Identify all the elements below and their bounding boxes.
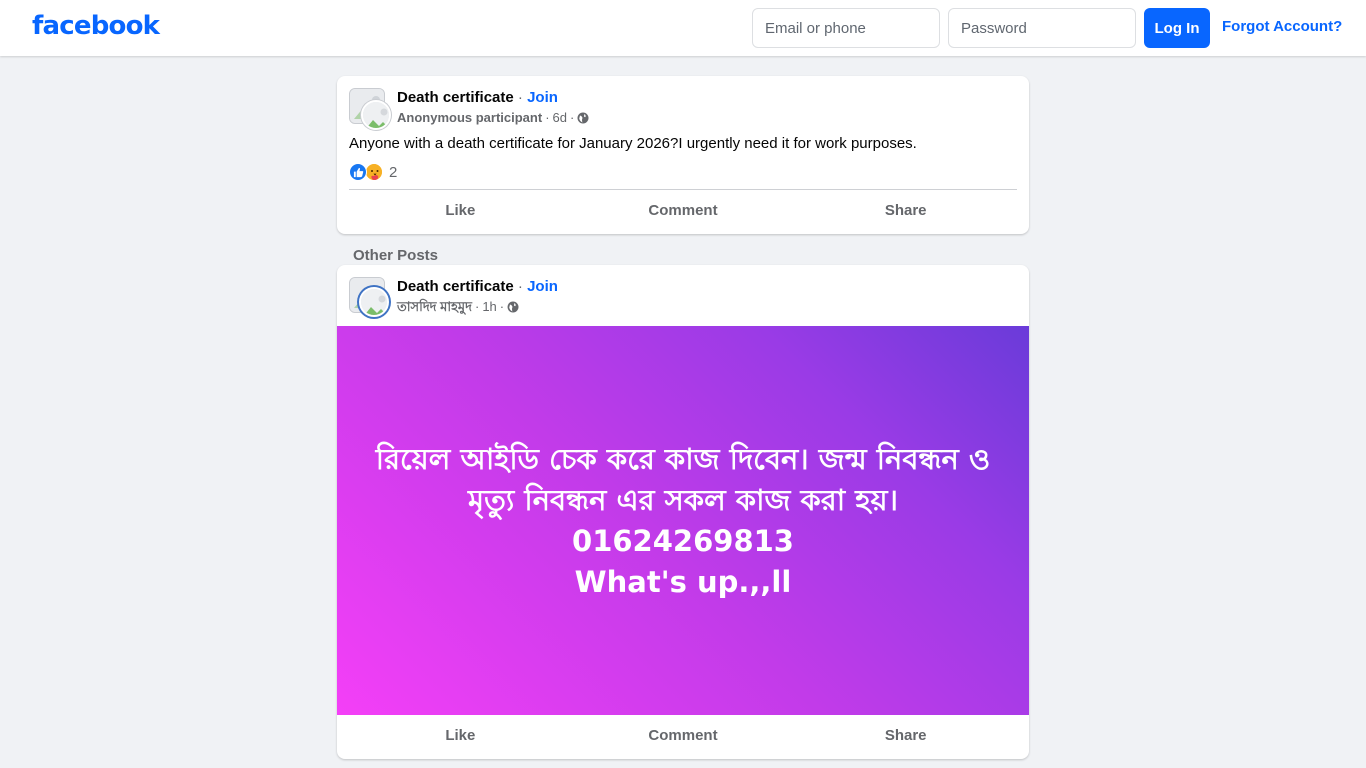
post-text: রিয়েল আইডি চেক করে কাজ দিবেন। জন্ম নিবন… (373, 439, 993, 603)
other-posts-heading: Other Posts (353, 247, 439, 264)
comment-button[interactable]: Comment (572, 190, 795, 230)
post-meta: তাসদিদ মাহমুদ · 1h · (397, 299, 519, 315)
reaction-summary[interactable]: 2 (349, 162, 397, 182)
post-avatar-group[interactable] (349, 277, 389, 317)
post-phone-number: 01624269813 (572, 523, 794, 558)
reaction-count: 2 (389, 163, 398, 181)
password-input[interactable] (948, 8, 1136, 48)
post-actions: Like Comment Share (349, 715, 1017, 755)
login-button[interactable]: Log In (1144, 8, 1210, 48)
separator-dot: · (545, 110, 550, 125)
post-actions: Like Comment Share (349, 190, 1017, 230)
group-name-link[interactable]: Death certificate (397, 89, 514, 106)
user-avatar[interactable] (361, 100, 391, 130)
post-text: Anyone with a death certificate for Janu… (349, 135, 917, 152)
post-header-title: Death certificate · Join (397, 278, 558, 296)
post-avatar-group[interactable] (349, 88, 391, 130)
share-button[interactable]: Share (794, 190, 1017, 230)
email-input[interactable] (752, 8, 940, 48)
poster-name[interactable]: তাসদিদ মাহমুদ (397, 299, 472, 315)
post-time[interactable]: 6d (553, 110, 567, 126)
forgot-account-link[interactable]: Forgot Account? (1222, 18, 1342, 35)
facebook-logo[interactable]: facebook (32, 11, 160, 41)
poster-name[interactable]: Anonymous participant (397, 110, 542, 126)
join-link[interactable]: Join (527, 89, 558, 106)
share-button[interactable]: Share (794, 715, 1017, 755)
placeholder-image-icon (361, 289, 387, 315)
group-name-link[interactable]: Death certificate (397, 278, 514, 295)
globe-icon (577, 112, 589, 124)
like-button[interactable]: Like (349, 190, 572, 230)
background-text-post[interactable]: রিয়েল আইডি চেক করে কাজ দিবেন। জন্ম নিবন… (337, 326, 1029, 715)
other-post-card: Death certificate · Join তাসদিদ মাহমুদ ·… (337, 265, 1029, 759)
post-card: Death certificate · Join Anonymous parti… (337, 76, 1029, 234)
post-meta: Anonymous participant · 6d · (397, 110, 589, 126)
post-time[interactable]: 1h (482, 299, 496, 315)
join-link[interactable]: Join (527, 278, 558, 295)
separator-dot: · (499, 299, 505, 314)
placeholder-image-icon (363, 102, 389, 128)
separator-dot: · (517, 89, 523, 106)
post-text-line: What's up.,,ll (574, 564, 792, 599)
post-text-line: রিয়েল আইডি চেক করে কাজ দিবেন। জন্ম নিবন… (375, 441, 991, 517)
separator-dot: · (517, 278, 523, 295)
like-button[interactable]: Like (349, 715, 572, 755)
separator-dot: · (570, 110, 575, 125)
globe-icon (507, 301, 519, 313)
comment-button[interactable]: Comment (572, 715, 795, 755)
user-avatar[interactable] (359, 287, 389, 317)
like-icon (349, 163, 367, 181)
separator-dot: · (474, 299, 480, 314)
care-icon (365, 163, 383, 181)
post-header-title: Death certificate · Join (397, 89, 558, 107)
top-bar: facebook Log In Forgot Account? (0, 0, 1366, 56)
